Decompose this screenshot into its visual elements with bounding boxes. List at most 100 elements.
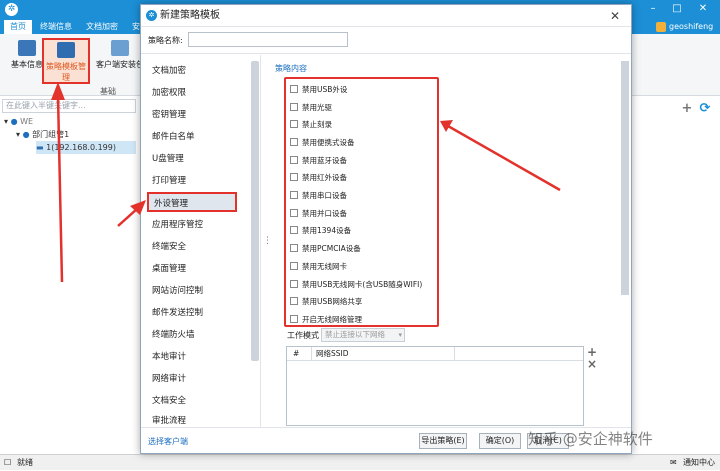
tab-terminal-info[interactable]: 终端信息 (34, 20, 78, 34)
policy-name-input[interactable] (188, 32, 348, 47)
user-menu[interactable]: geoshifeng (656, 20, 720, 34)
nav-mail-send-control[interactable]: 邮件发送控制 (147, 303, 237, 323)
checkbox[interactable] (290, 209, 298, 217)
chevron-down-icon: ▾ (398, 331, 402, 339)
refresh-icon[interactable]: ⟳ (698, 102, 712, 116)
option-disable-pcmcia[interactable]: 禁用PCMCIA设备 (290, 243, 361, 255)
client-package-button[interactable]: 客户端安装包 (95, 38, 145, 84)
nav-app-control[interactable]: 应用程序管控 (147, 215, 237, 235)
nav-endpoint-firewall[interactable]: 终端防火墙 (147, 325, 237, 345)
option-disable-wifi-card[interactable]: 禁用无线网卡 (290, 261, 347, 273)
tab-home[interactable]: 首页 (4, 20, 32, 34)
basic-info-icon (18, 40, 36, 56)
option-disable-usb-tethering[interactable]: 禁用USB网络共享 (290, 296, 362, 308)
checkbox[interactable] (290, 156, 298, 164)
nav-local-audit[interactable]: 本地审计 (147, 347, 237, 367)
user-name: geoshifeng (669, 22, 714, 31)
notification-icon[interactable]: ✉ (670, 455, 677, 471)
option-disable-cdrom[interactable]: 禁用光驱 (290, 102, 332, 114)
select-client-link[interactable]: 选择客户端 (148, 436, 188, 447)
divider (141, 53, 631, 54)
computer-icon: ▬ (36, 143, 44, 152)
checkbox[interactable] (290, 191, 298, 199)
remove-ssid-icon[interactable]: × (586, 358, 598, 370)
content-scrollbar[interactable] (621, 61, 629, 295)
nav-endpoint-security[interactable]: 终端安全 (147, 237, 237, 257)
dialog-close-icon[interactable]: ✕ (607, 8, 623, 24)
work-mode-select[interactable]: 禁止连接以下网络 ▾ (321, 328, 405, 342)
splitter-handle[interactable]: ⋮ (263, 235, 272, 247)
nav-key-management[interactable]: 密钥管理 (147, 105, 237, 125)
checkbox[interactable] (290, 226, 298, 234)
group-icon: ● (22, 130, 30, 139)
maximize-icon[interactable]: □ (670, 2, 684, 16)
add-icon[interactable]: + (680, 102, 694, 116)
checkbox[interactable] (290, 138, 298, 146)
checkbox[interactable] (290, 280, 298, 288)
option-disable-burn[interactable]: 禁止刻录 (290, 119, 332, 131)
ok-button[interactable]: 确定(O) (479, 433, 521, 449)
option-enable-wifi-management[interactable]: 开启无线网络管理 (290, 314, 362, 326)
nav-doc-security[interactable]: 文档安全 (147, 391, 237, 411)
notification-center-link[interactable]: 通知中心 (683, 455, 715, 471)
dialog-logo-icon: ✲ (146, 10, 157, 21)
option-disable-serial[interactable]: 禁用串口设备 (290, 190, 347, 202)
checkbox[interactable] (290, 173, 298, 181)
nav-usb-management[interactable]: U盘管理 (147, 149, 237, 169)
ssid-table: # 网络SSID (286, 346, 584, 426)
group-icon: ● (10, 117, 18, 126)
column-header-ssid: 网络SSID (311, 347, 349, 361)
checkbox[interactable] (290, 244, 298, 252)
column-header-index: # (293, 349, 300, 358)
nav-print-management[interactable]: 打印管理 (147, 171, 237, 191)
user-avatar-icon (656, 22, 666, 32)
policy-content-title: 策略内容 (275, 64, 307, 73)
nav-desktop-management[interactable]: 桌面管理 (147, 259, 237, 279)
tree-root[interactable]: ▾ ● WE (4, 115, 33, 128)
option-disable-portable[interactable]: 禁用便携式设备 (290, 137, 355, 149)
nav-network-audit[interactable]: 网络审计 (147, 369, 237, 389)
nav-doc-encrypt[interactable]: 文档加密 (147, 61, 237, 81)
app-logo-icon: ✲ (5, 3, 18, 16)
close-icon[interactable]: ✕ (696, 2, 710, 16)
option-disable-1394[interactable]: 禁用1394设备 (290, 225, 351, 237)
nav-peripheral-management[interactable]: 外设管理 (147, 192, 237, 212)
checkbox[interactable] (290, 297, 298, 305)
device-tree-panel: 在此键入半键关键字... ▾ ● WE ▾ ● 部门组管1 ▬ 1(192.16… (0, 96, 140, 446)
ssid-table-header: # 网络SSID (287, 347, 583, 361)
checkbox[interactable] (290, 85, 298, 93)
tab-doc-encrypt[interactable]: 文档加密 (80, 20, 124, 34)
option-disable-usb-wifi[interactable]: 禁用USB无线网卡(含USB随身WIFI) (290, 279, 422, 291)
policy-template-button[interactable]: 策略模板管理 (42, 38, 90, 84)
nav-website-access[interactable]: 网站访问控制 (147, 281, 237, 301)
option-disable-usb[interactable]: 禁用USB外设 (290, 84, 347, 96)
column-divider (454, 347, 455, 361)
checkbox[interactable] (290, 315, 298, 323)
option-disable-bluetooth[interactable]: 禁用蓝牙设备 (290, 155, 347, 167)
policy-template-icon (57, 42, 75, 58)
export-policy-button[interactable]: 导出策略(E) (419, 433, 467, 449)
nav-encrypt-permission[interactable]: 加密权限 (147, 83, 237, 103)
status-text: 就绪 (17, 458, 33, 467)
tree-search-input[interactable]: 在此键入半键关键字... (2, 99, 136, 113)
watermark: 知乎 @安企神软件 (528, 430, 653, 448)
checkbox[interactable] (290, 103, 298, 111)
peripheral-options-list: 禁用USB外设 禁用光驱 禁止刻录 禁用便携式设备 禁用蓝牙设备 禁用红外设备 … (284, 77, 439, 327)
checkbox[interactable] (290, 262, 298, 270)
option-disable-infrared[interactable]: 禁用红外设备 (290, 172, 347, 184)
nav-mail-whitelist[interactable]: 邮件白名单 (147, 127, 237, 147)
new-policy-template-dialog: ✲ 新建策略模板 ✕ 策略名称: 文档加密 加密权限 密钥管理 邮件白名单 U盘… (140, 4, 632, 454)
policy-name-label: 策略名称: (148, 36, 183, 45)
dialog-titlebar: ✲ 新建策略模板 ✕ (141, 5, 631, 27)
tree-dept[interactable]: ▾ ● 部门组管1 (16, 128, 69, 141)
status-bar: ☐ 就绪 ✉ 通知中心 (0, 454, 720, 470)
option-disable-parallel[interactable]: 禁用并口设备 (290, 208, 347, 220)
policy-category-nav: 文档加密 加密权限 密钥管理 邮件白名单 U盘管理 打印管理 外设管理 应用程序… (141, 55, 261, 427)
nav-scrollbar[interactable] (251, 61, 259, 361)
checkbox[interactable] (290, 120, 298, 128)
tree-device[interactable]: ▬ 1(192.168.0.199) (36, 141, 136, 154)
install-package-icon (111, 40, 129, 56)
minimize-icon[interactable]: – (646, 2, 660, 16)
work-mode-label: 工作模式 (287, 331, 319, 340)
right-toolbar: + ⟳ (632, 96, 720, 446)
